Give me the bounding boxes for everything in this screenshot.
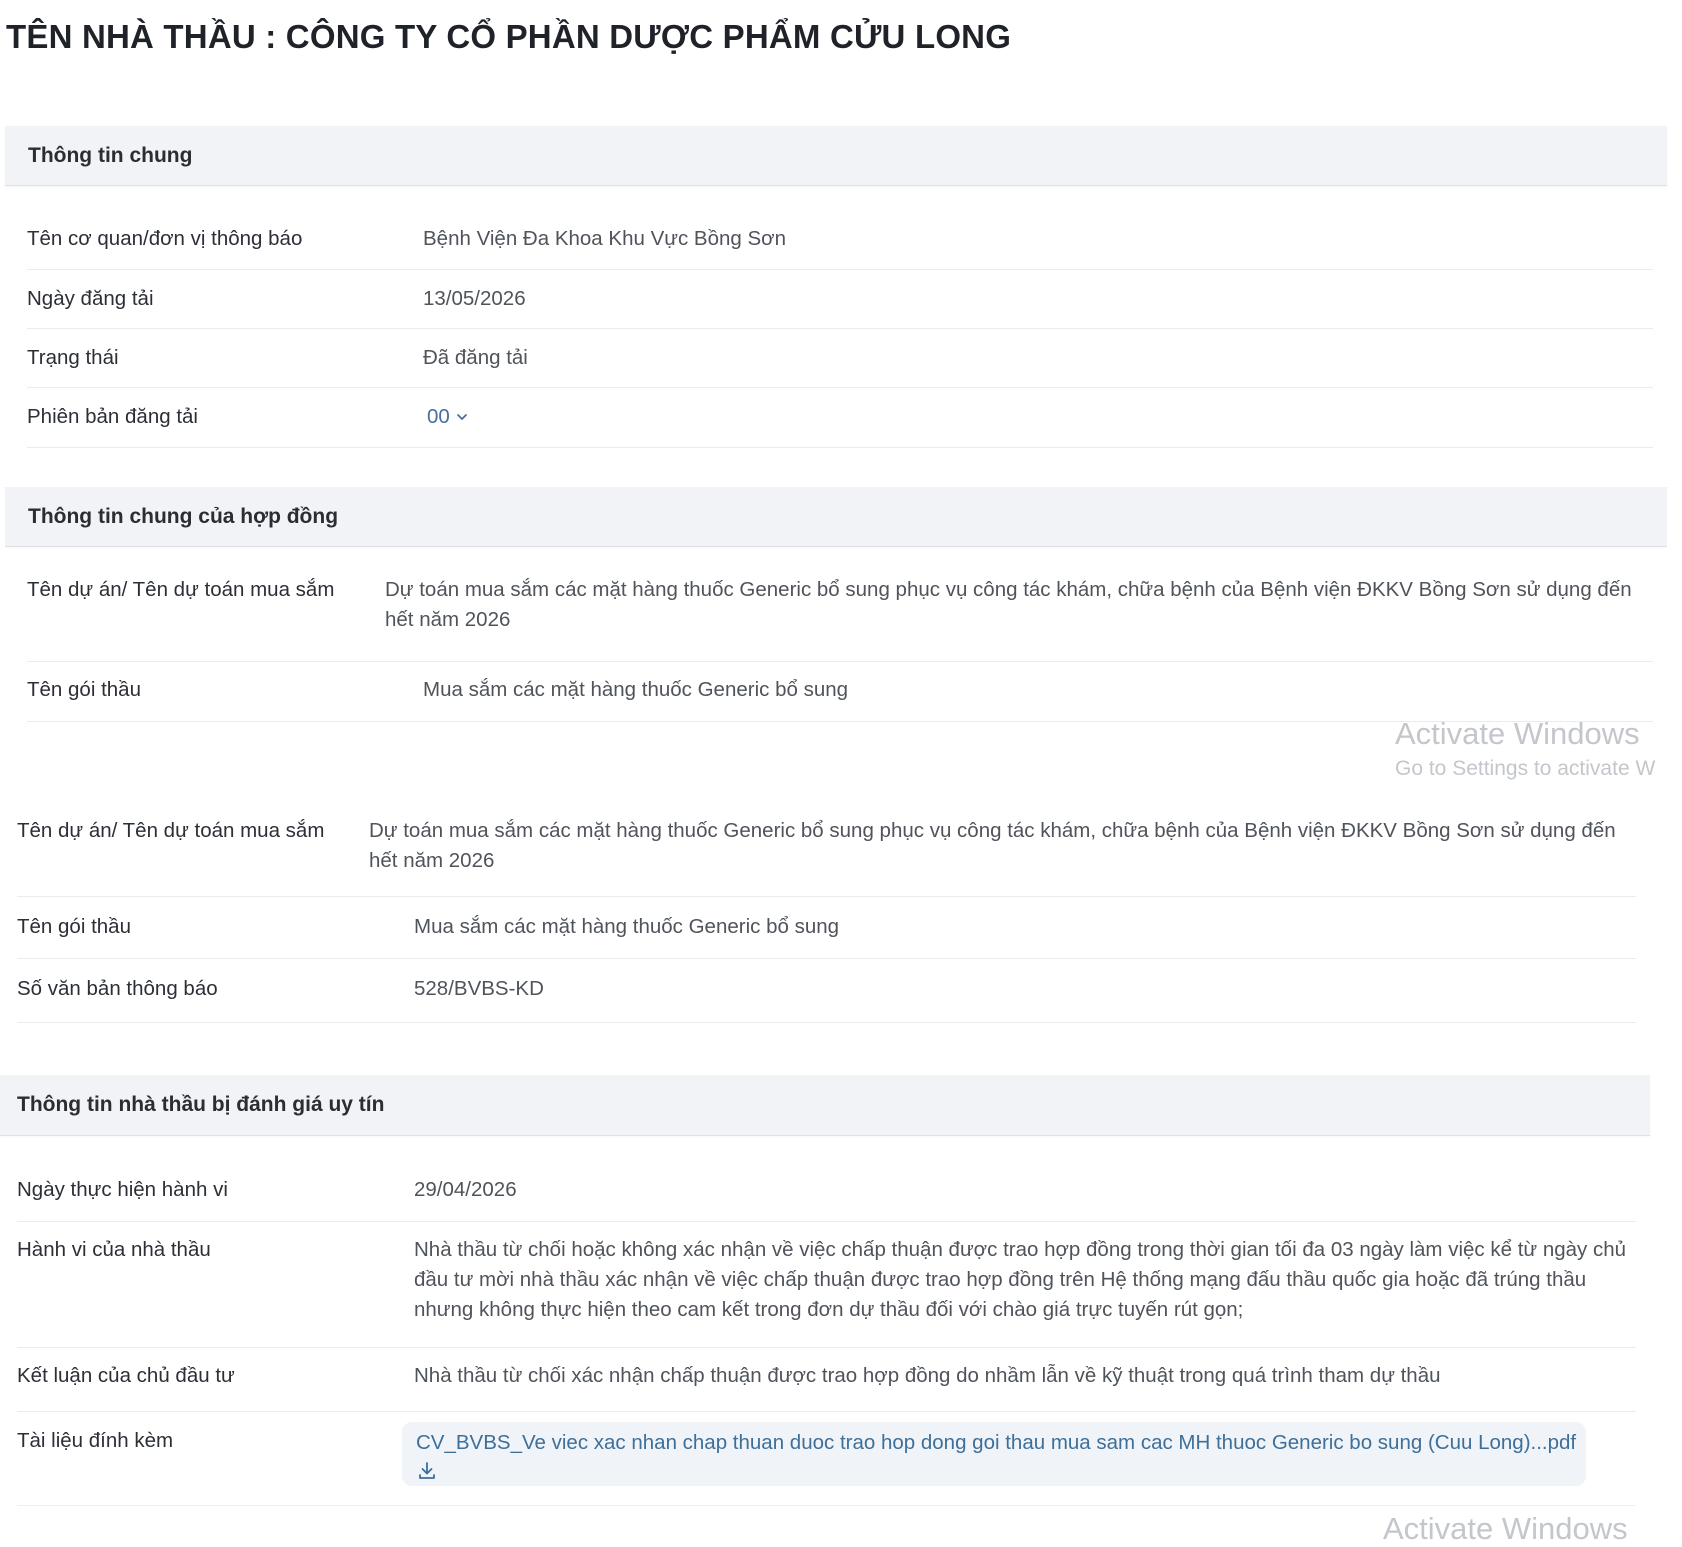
contract-row-value: Mua sắm các mặt hàng thuốc Generic bổ su… [423,678,849,701]
contract-row-value: Mua sắm các mặt hàng thuốc Generic bổ su… [414,915,840,938]
contract-info-overlay: Tên dự án/ Tên dự toán mua sắm Dự toán m… [0,780,1650,1023]
contract-row-project: Tên dự án/ Tên dự toán mua sắm Dự toán m… [27,575,1653,662]
info-row-post-date: Ngày đăng tải 13/05/2026 [27,270,1653,329]
watermark-subtitle: Go to Settings to activate W [1395,757,1656,780]
reputation-row-value: Nhà thầu từ chối xác nhận chấp thuận đượ… [414,1364,1441,1387]
reputation-row-date: Ngày thực hiện hành vi 29/04/2026 [17,1162,1636,1222]
reputation-row-attachment: Tài liệu đính kèm CV_BVBS_Ve viec xac nh… [17,1412,1636,1506]
contract-row-value: 528/BVBS-KD [414,977,544,1000]
chevron-down-icon [456,414,467,420]
contract-row-label: Số văn bản thông báo [17,977,218,1000]
reputation-row-label: Kết luận của chủ đầu tư [17,1364,235,1387]
general-info-title: Thông tin chung [28,143,193,167]
info-row-label: Trạng thái [27,346,119,369]
download-icon[interactable] [416,1460,438,1482]
attachment-link[interactable]: CV_BVBS_Ve viec xac nhan chap thuan duoc… [416,1431,1576,1454]
reputation-info-title: Thông tin nhà thầu bị đánh giá uy tín [17,1093,385,1116]
page-title: TÊN NHÀ THẦU : CÔNG TY CỔ PHẦN DƯỢC PHẨM… [6,18,1012,55]
info-row-value: Bệnh Viện Đa Khoa Khu Vực Bồng Sơn [423,227,787,250]
reputation-row-value: 29/04/2026 [414,1178,517,1201]
reputation-info-panel: Thông tin nhà thầu bị đánh giá uy tín Ng… [0,1075,1650,1506]
reputation-row-label: Ngày thực hiện hành vi [17,1178,228,1201]
attachment-file[interactable]: CV_BVBS_Ve viec xac nhan chap thuan duoc… [402,1422,1587,1486]
contract-row-notice-number: Số văn bản thông báo 528/BVBS-KD [17,959,1636,1023]
contract-row-label: Tên dự án/ Tên dự toán mua sắm [27,578,335,601]
info-row-agency: Tên cơ quan/đơn vị thông báo Bệnh Viện Đ… [27,212,1653,270]
reputation-row-value: Nhà thầu từ chối hoặc không xác nhận về … [414,1238,1627,1321]
contract-row-project: Tên dự án/ Tên dự toán mua sắm Dự toán m… [17,780,1636,897]
info-row-value: 13/05/2026 [423,287,526,310]
contract-row-value: Dự toán mua sắm các mặt hàng thuốc Gener… [369,819,1616,872]
reputation-row-conclusion: Kết luận của chủ đầu tư Nhà thầu từ chối… [17,1348,1636,1412]
contract-row-label: Tên dự án/ Tên dự toán mua sắm [17,819,325,842]
info-row-version: Phiên bản đăng tải 00 [27,388,1653,448]
version-value: 00 [427,405,450,428]
contract-row-package: Tên gói thầu Mua sắm các mặt hàng thuốc … [27,662,1653,722]
reputation-row-behavior: Hành vi của nhà thầu Nhà thầu từ chối ho… [17,1222,1636,1348]
reputation-info-header: Thông tin nhà thầu bị đánh giá uy tín [0,1075,1650,1136]
contract-info-title: Thông tin chung của hợp đồng [28,504,339,528]
watermark-title: Activate Windows [1383,1511,1628,1546]
contract-row-package: Tên gói thầu Mua sắm các mặt hàng thuốc … [17,897,1636,959]
general-info-panel: Thông tin chung Tên cơ quan/đơn vị thông… [5,126,1667,448]
reputation-row-label: Hành vi của nhà thầu [17,1238,211,1261]
info-row-label: Tên cơ quan/đơn vị thông báo [27,227,303,250]
version-dropdown[interactable]: 00 [427,402,470,432]
general-info-header: Thông tin chung [5,126,1667,186]
contract-row-label: Tên gói thầu [27,678,141,701]
info-row-label: Phiên bản đăng tải [27,405,198,428]
watermark-title: Activate Windows [1395,716,1640,751]
contract-info-header: Thông tin chung của hợp đồng [5,487,1667,547]
contract-row-label: Tên gói thầu [17,915,131,938]
contract-row-value: Dự toán mua sắm các mặt hàng thuốc Gener… [385,578,1632,631]
info-row-status: Trạng thái Đã đăng tải [27,329,1653,388]
info-row-label: Ngày đăng tải [27,287,154,310]
reputation-row-label: Tài liệu đính kèm [17,1429,174,1452]
info-row-value: Đã đăng tải [423,346,528,369]
